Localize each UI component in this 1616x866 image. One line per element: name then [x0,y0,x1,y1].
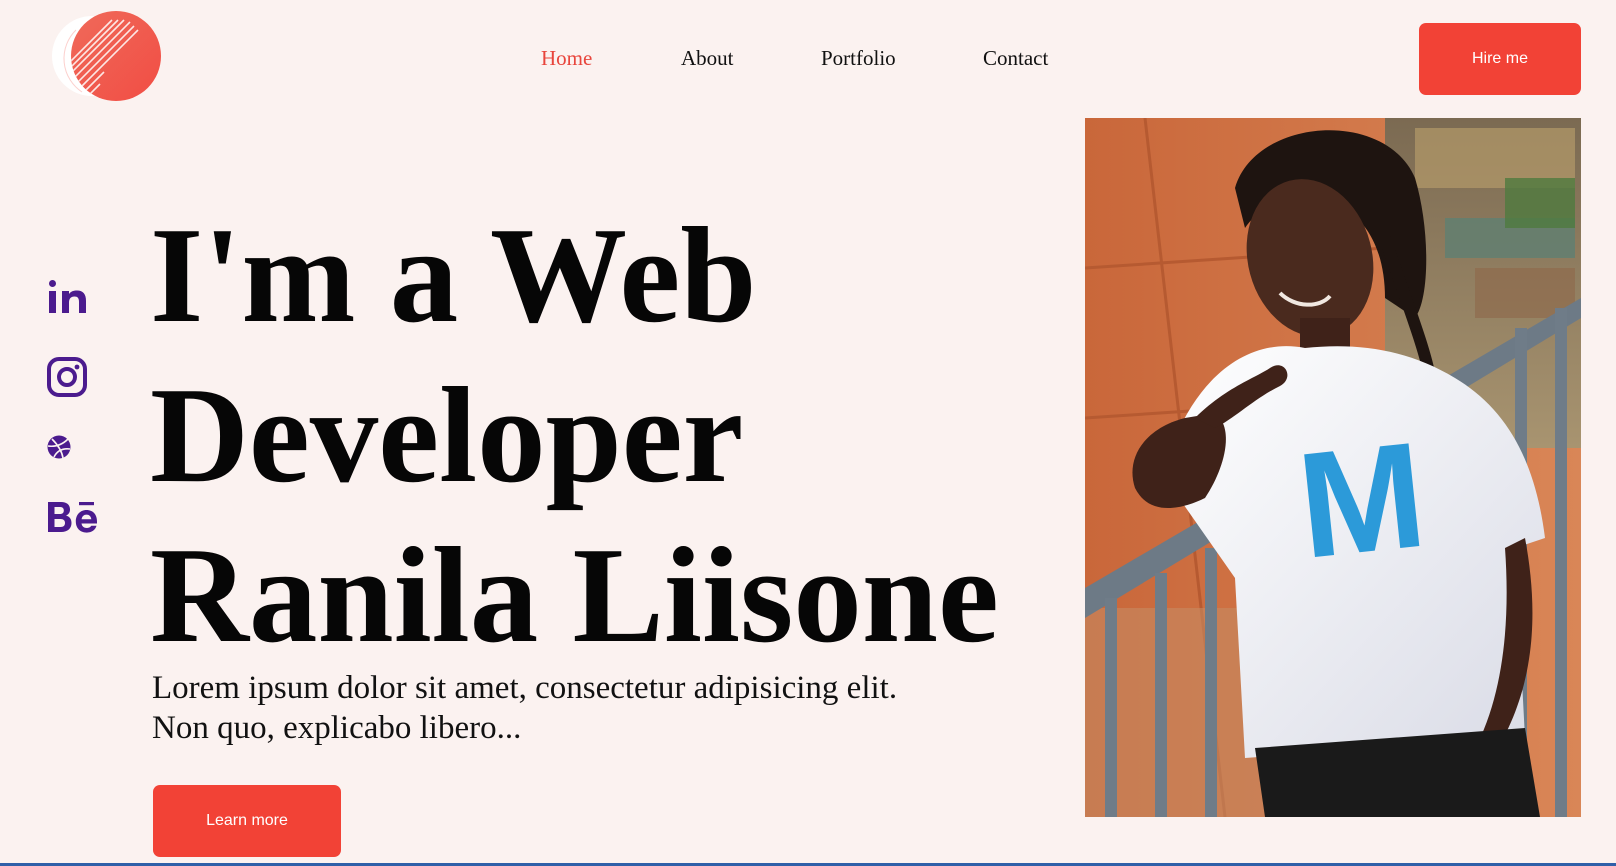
nav-link-home[interactable]: Home [541,46,592,71]
description-line-1: Lorem ipsum dolor sit amet, consectetur … [152,670,898,706]
linkedin-icon[interactable] [46,276,90,316]
main-nav: Home About Portfolio Contact [0,46,1616,76]
hero-description: Lorem ipsum dolor sit amet, consectetur … [152,668,1012,748]
hero-headline: I'm a Web Developer Ranila Liisone [150,195,1070,675]
profile-photo: M [1085,118,1581,817]
learn-more-button[interactable]: Learn more [153,785,341,857]
instagram-icon[interactable] [46,356,88,398]
headline-line-3: Ranila Liisone [150,519,999,671]
nav-link-portfolio[interactable]: Portfolio [821,46,896,71]
shirt-letter: M [1291,410,1433,590]
headline-line-2: Developer [150,359,744,511]
nav-link-contact[interactable]: Contact [983,46,1048,71]
hire-me-button[interactable]: Hire me [1419,23,1581,95]
behance-icon[interactable] [46,496,102,536]
headline-line-1: I'm a Web [150,199,757,351]
description-line-2: Non quo, explicabo libero... [152,710,522,746]
dribbble-icon[interactable] [46,434,72,460]
nav-link-about[interactable]: About [681,46,734,71]
